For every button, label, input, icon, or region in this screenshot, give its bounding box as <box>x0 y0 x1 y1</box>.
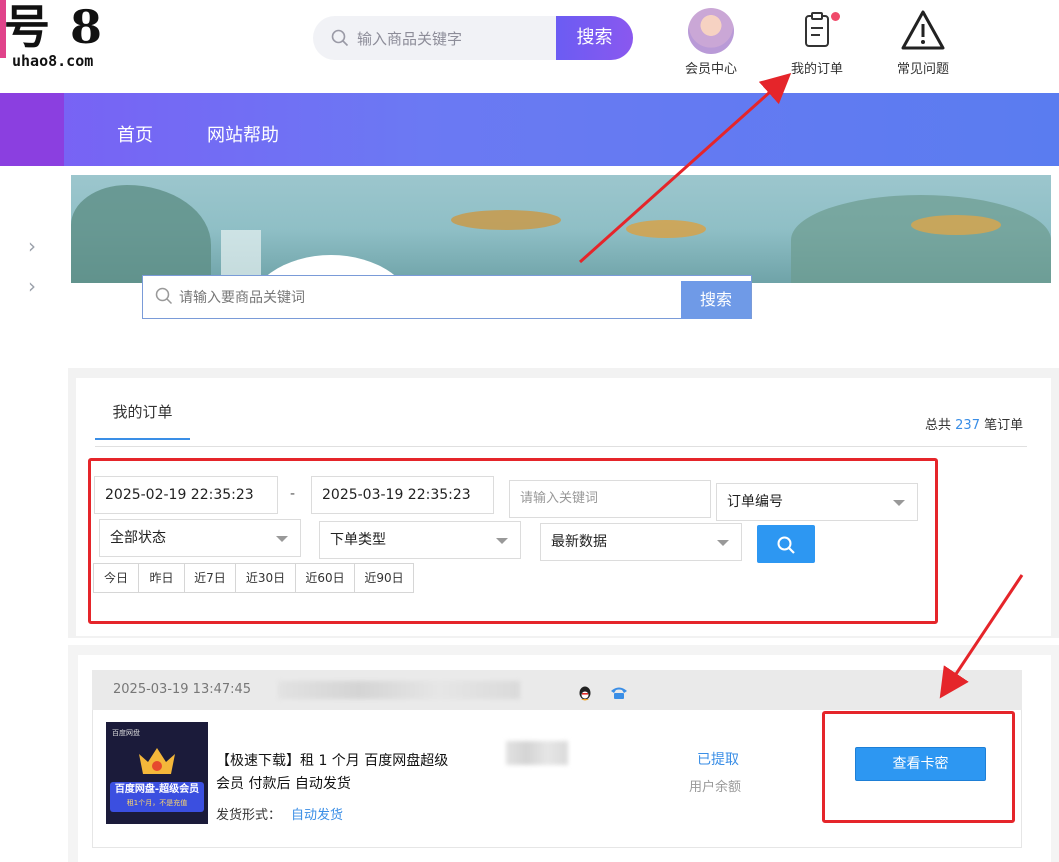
banner-decoration <box>626 220 706 238</box>
banner-search-input[interactable]: 请输入要商品关键词 <box>179 287 305 307</box>
chevron-right-icon[interactable]: › <box>28 226 36 266</box>
ship-method-label: 发货形式： <box>216 808 282 823</box>
top-search-input[interactable]: 输入商品关键字 <box>357 28 462 49</box>
nav-item-home[interactable]: 首页 <box>117 121 153 147</box>
search-icon <box>331 29 349 47</box>
tab-my-orders[interactable]: 我的订单 <box>95 392 190 440</box>
product-image[interactable]: 百度网盘 百度网盘-超级会员 租1个月，不是充值 <box>106 722 208 824</box>
product-image-line2: 租1个月，不是充值 <box>126 799 188 807</box>
order-status: 已提取 <box>697 752 739 768</box>
product-title[interactable]: 【极速下载】租 1 个月 百度网盘超级会员 付款后 自动发货 <box>216 750 451 796</box>
hero-banner <box>71 175 1051 283</box>
top-search-button[interactable]: 搜索 <box>556 16 633 60</box>
top-search-box: 输入商品关键字 搜索 <box>313 16 633 60</box>
member-center-label: 会员中心 <box>684 62 737 77</box>
order-total-count: 237 <box>955 418 980 433</box>
logo-mark: 号 8 <box>4 0 105 54</box>
site-header: 号 8 uhao8.com 输入商品关键字 搜索 会员中心 我的订单 常见问题 <box>0 0 1059 96</box>
qq-icon[interactable] <box>576 684 594 702</box>
member-center-link[interactable]: 会员中心 <box>682 8 740 77</box>
faq-label: 常见问题 <box>896 62 949 77</box>
order-total-prefix: 总共 <box>925 418 952 433</box>
product-image-banner: 百度网盘-超级会员 租1个月，不是充值 <box>110 782 204 812</box>
avatar <box>688 8 734 54</box>
crown-icon <box>139 748 175 774</box>
order-total: 总共 237 笔订单 <box>925 414 1023 433</box>
annotation-box <box>822 711 1015 823</box>
banner-search-box: 请输入要商品关键词 搜索 <box>142 275 752 319</box>
order-total-suffix: 笔订单 <box>984 418 1024 433</box>
banner-decoration <box>71 185 211 283</box>
notification-dot <box>831 12 840 21</box>
payment-method: 用户余额 <box>689 780 742 795</box>
faq-link[interactable]: 常见问题 <box>893 8 953 77</box>
annotation-box <box>88 458 938 624</box>
search-icon <box>155 287 173 305</box>
warning-icon <box>901 10 945 50</box>
redacted-price <box>506 741 568 765</box>
nav-side-block <box>0 93 64 166</box>
banner-decoration <box>791 195 1051 283</box>
banner-decoration <box>911 215 1001 235</box>
nav-item-help[interactable]: 网站帮助 <box>207 121 279 147</box>
banner-search-button[interactable]: 搜索 <box>681 281 751 319</box>
side-menu: › › <box>28 226 36 306</box>
my-orders-label: 我的订单 <box>790 62 843 77</box>
product-image-line1: 百度网盘-超级会员 <box>114 784 200 795</box>
chevron-right-icon[interactable]: › <box>28 266 36 306</box>
ship-method-value: 自动发货 <box>291 808 344 823</box>
product-image-brand: 百度网盘 <box>112 729 140 737</box>
redacted-order-id <box>278 681 520 699</box>
main-nav: 首页 网站帮助 <box>0 93 1059 166</box>
order-time: 2025-03-19 13:47:45 <box>113 682 252 697</box>
phone-icon[interactable] <box>609 685 629 701</box>
site-logo[interactable]: 号 8 uhao8.com <box>0 0 112 76</box>
banner-decoration <box>451 210 561 230</box>
tab-divider <box>95 446 1027 447</box>
my-orders-link[interactable]: 我的订单 <box>787 8 847 77</box>
logo-brand: uhao8.com <box>12 52 94 70</box>
